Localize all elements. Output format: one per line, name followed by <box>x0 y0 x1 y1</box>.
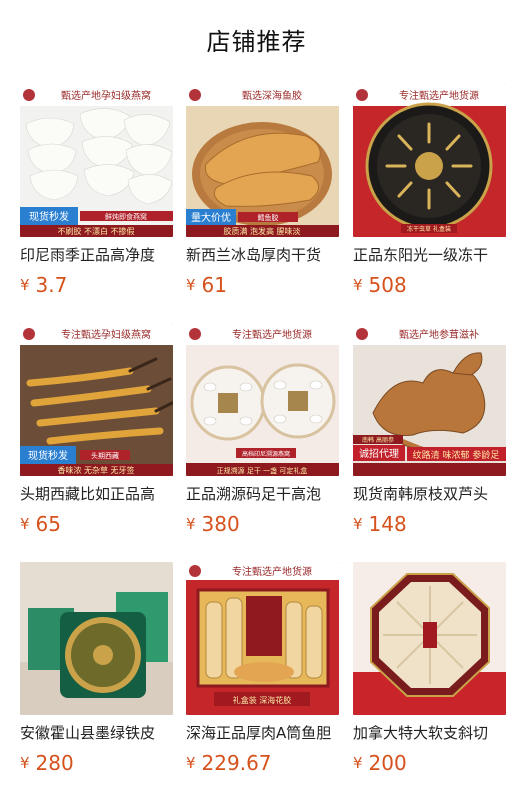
product-price: ¥3.7 <box>20 273 68 297</box>
svg-text:专注甄选产地货源: 专注甄选产地货源 <box>232 328 312 341</box>
svg-text:专注甄选产地货源: 专注甄选产地货源 <box>399 89 479 102</box>
product-title[interactable]: 头期西藏比如正品高 <box>20 484 180 504</box>
svg-text:胶质满 泡发高 腥味淡: 胶质满 泡发高 腥味淡 <box>223 226 300 236</box>
product-price: ¥380 <box>186 512 240 536</box>
product-title[interactable]: 加拿大特大软支斜切 <box>353 723 513 743</box>
store-logo-icon <box>23 89 35 101</box>
product-price: ¥200 <box>353 751 407 775</box>
product-title[interactable]: 现货南韩原枝双芦头 <box>353 484 513 504</box>
svg-text:不刷胶 不漂白 不掺假: 不刷胶 不漂白 不掺假 <box>57 226 134 236</box>
product-title[interactable]: 深海正品厚肉A筒鱼胆 <box>186 723 346 743</box>
product-title[interactable]: 正品东阳光一级冻干 <box>353 245 513 265</box>
product-price: ¥508 <box>353 273 407 297</box>
product-image[interactable]: 专注甄选产地货源 礼盒装 深海花胶 <box>186 562 339 715</box>
product-price: ¥148 <box>353 512 407 536</box>
svg-text:专注甄选孕妇级燕窝: 专注甄选孕妇级燕窝 <box>61 328 151 341</box>
svg-text:鳕鱼胶: 鳕鱼胶 <box>258 213 279 222</box>
product-title[interactable]: 正品溯源码足干高泡 <box>186 484 346 504</box>
svg-text:礼盒装 深海花胶: 礼盒装 深海花胶 <box>233 695 292 705</box>
svg-text:纹路清 味浓郁 参龄足: 纹路清 味浓郁 参龄足 <box>413 449 500 461</box>
svg-text:鲜炖即食燕窝: 鲜炖即食燕窝 <box>105 212 147 221</box>
svg-text:甄选产地参茸滋补: 甄选产地参茸滋补 <box>399 328 479 341</box>
svg-text:现货秒发: 现货秒发 <box>28 449 68 462</box>
svg-text:高档印尼溯源燕窝: 高档印尼溯源燕窝 <box>242 450 290 458</box>
product-price: ¥229.67 <box>186 751 272 775</box>
svg-text:正规溯源 足干 一盏 可定礼盒: 正规溯源 足干 一盏 可定礼盒 <box>217 466 308 475</box>
svg-text:头期西藏: 头期西藏 <box>91 451 119 460</box>
product-image[interactable]: 专注甄选产地货源 高档印尼溯源燕窝 正规溯源 足干 一盏 可定礼盒 <box>186 323 339 476</box>
product-price: ¥280 <box>20 751 74 775</box>
product-image[interactable]: 甄选产地孕妇级燕窝 现货秒发 鲜炖即食燕窝 不刷胶 不漂白 不掺假 <box>20 84 173 237</box>
product-title[interactable]: 安徽霍山县墨绿铁皮 <box>20 723 180 743</box>
svg-text:南韩 高丽参: 南韩 高丽参 <box>362 436 394 444</box>
product-image[interactable]: 甄选深海鱼胶 量大价优 鳕鱼胶 胶质满 泡发高 腥味淡 <box>186 84 339 237</box>
svg-text:诚招代理: 诚招代理 <box>359 447 399 460</box>
product-grid: 甄选产地孕妇级燕窝 现货秒发 鲜炖即食燕窝 不刷胶 不漂白 不掺假 印尼雨季正品… <box>0 0 513 800</box>
svg-text:冻干虫草 礼盒装: 冻干虫草 礼盒装 <box>407 225 451 233</box>
product-title[interactable]: 印尼雨季正品高净度 <box>20 245 180 265</box>
svg-text:甄选产地孕妇级燕窝: 甄选产地孕妇级燕窝 <box>61 89 151 102</box>
product-image[interactable] <box>353 562 506 715</box>
product-image[interactable]: 专注甄选产地货源 冻干虫草 礼盒装 <box>353 84 506 237</box>
product-image[interactable]: 专注甄选孕妇级燕窝 现货秒发 头期西藏 香味浓 无杂草 无牙签 <box>20 323 173 476</box>
svg-text:现货秒发: 现货秒发 <box>29 210 69 223</box>
svg-text:专注甄选产地货源: 专注甄选产地货源 <box>232 565 312 578</box>
svg-text:香味浓 无杂草 无牙签: 香味浓 无杂草 无牙签 <box>57 465 134 475</box>
product-price: ¥61 <box>186 273 227 297</box>
product-title[interactable]: 新西兰冰岛厚肉干货 <box>186 245 346 265</box>
product-price: ¥65 <box>20 512 61 536</box>
product-image[interactable]: 甄选产地参茸滋补 诚招代理 南韩 高丽参 纹路清 味浓郁 参龄足 <box>353 323 506 476</box>
product-image[interactable] <box>20 562 173 715</box>
svg-text:量大价优: 量大价优 <box>191 211 231 224</box>
svg-text:甄选深海鱼胶: 甄选深海鱼胶 <box>242 89 302 102</box>
